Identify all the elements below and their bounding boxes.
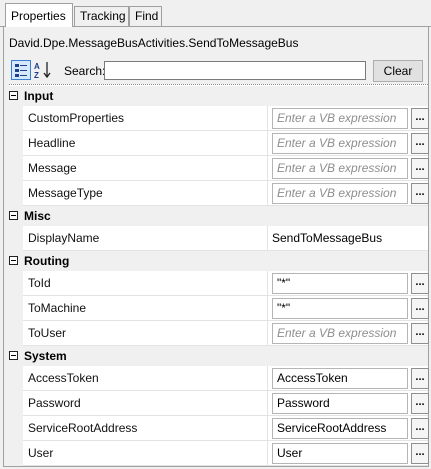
property-row: ToId "*"... (9, 271, 429, 296)
category-label: Input (24, 89, 54, 103)
clear-button[interactable]: Clear (373, 60, 423, 82)
search-input[interactable] (104, 61, 366, 80)
tab-strip: Properties Tracking Find (0, 0, 431, 28)
expression-input[interactable]: Enter a VB expression (272, 158, 408, 179)
activity-title: David.Dpe.MessageBusActivities.SendToMes… (9, 36, 299, 50)
category-row[interactable]: Routing (9, 251, 428, 271)
expression-editor-button[interactable]: ... (411, 443, 429, 464)
expression-editor-button[interactable]: ... (411, 418, 429, 439)
categorized-view-button[interactable] (11, 60, 31, 80)
expression-input[interactable]: Password (272, 393, 408, 414)
property-row: ServiceRootAddress ServiceRootAddress... (9, 416, 429, 441)
expression-input[interactable]: Enter a VB expression (272, 323, 408, 344)
expression-input[interactable]: Enter a VB expression (272, 183, 408, 204)
property-value-cell: "*"... (267, 296, 429, 321)
property-name: ToUser (23, 321, 267, 346)
expression-input[interactable]: "*" (272, 273, 408, 294)
property-row: Headline Enter a VB expression... (9, 131, 429, 156)
row-gutter (9, 131, 23, 156)
row-gutter (9, 441, 23, 466)
row-gutter (9, 226, 23, 251)
property-value-cell: Enter a VB expression... (267, 131, 429, 156)
property-name: Password (23, 391, 267, 416)
expression-input[interactable]: User (272, 443, 408, 464)
search-label: Search: (64, 64, 106, 78)
row-gutter (9, 321, 23, 346)
property-name: User (23, 441, 267, 466)
property-row: ToUser Enter a VB expression... (9, 321, 429, 346)
property-row: Message Enter a VB expression... (9, 156, 429, 181)
row-gutter (9, 416, 23, 441)
row-gutter (9, 156, 23, 181)
tab-tracking[interactable]: Tracking (74, 6, 129, 26)
property-value-cell: ServiceRootAddress... (267, 416, 429, 441)
row-gutter (9, 181, 23, 206)
expression-editor-button[interactable]: ... (411, 393, 429, 414)
property-grid: Input CustomProperties Enter a VB expressi… (9, 84, 429, 466)
expression-editor-button[interactable]: ... (411, 298, 429, 319)
display-name-value[interactable]: SendToMessageBus (272, 226, 382, 250)
category-row[interactable]: System (9, 346, 428, 366)
sort-alpha-icon: A Z (34, 62, 51, 80)
property-value-cell: Enter a VB expression... (267, 321, 429, 346)
category-label: Routing (24, 254, 70, 268)
property-name: CustomProperties (23, 106, 267, 131)
property-row: DisplayName SendToMessageBus (9, 226, 428, 251)
property-row: Password Password... (9, 391, 429, 416)
property-name: ServiceRootAddress (23, 416, 267, 441)
categorized-icon (15, 64, 27, 77)
collapse-icon[interactable] (9, 256, 18, 265)
row-gutter (9, 296, 23, 321)
property-row: ToMachine "*"... (9, 296, 429, 321)
expression-editor-button[interactable]: ... (411, 273, 429, 294)
property-value-cell: "*"... (267, 271, 429, 296)
expression-input[interactable]: Enter a VB expression (272, 108, 408, 129)
property-name: Message (23, 156, 267, 181)
collapse-icon[interactable] (9, 211, 18, 220)
expression-input[interactable]: AccessToken (272, 368, 408, 389)
row-gutter (9, 106, 23, 131)
row-gutter (9, 366, 23, 391)
property-value-cell: SendToMessageBus (267, 226, 428, 251)
expression-editor-button[interactable]: ... (411, 183, 429, 204)
property-name: MessageType (23, 181, 267, 206)
category-label: Misc (24, 209, 51, 223)
property-row: MessageType Enter a VB expression... (9, 181, 429, 206)
category-row[interactable]: Misc (9, 206, 428, 226)
row-gutter (9, 391, 23, 416)
property-value-cell: Password... (267, 391, 429, 416)
expression-input[interactable]: Enter a VB expression (272, 133, 408, 154)
property-value-cell: Enter a VB expression... (267, 181, 429, 206)
property-name: ToMachine (23, 296, 267, 321)
property-row: CustomProperties Enter a VB expression... (9, 106, 429, 131)
property-row: AccessToken AccessToken... (9, 366, 429, 391)
category-label: System (24, 349, 67, 363)
alphabetical-view-button[interactable]: A Z (33, 60, 53, 80)
expression-editor-button[interactable]: ... (411, 158, 429, 179)
property-value-cell: Enter a VB expression... (267, 106, 429, 131)
expression-editor-button[interactable]: ... (411, 108, 429, 129)
expression-editor-button[interactable]: ... (411, 323, 429, 344)
property-name: DisplayName (23, 226, 267, 251)
svg-text:A: A (34, 62, 40, 71)
expression-editor-button[interactable]: ... (411, 133, 429, 154)
collapse-icon[interactable] (9, 91, 18, 100)
property-value-cell: AccessToken... (267, 366, 429, 391)
property-name: Headline (23, 131, 267, 156)
expression-editor-button[interactable]: ... (411, 368, 429, 389)
tab-properties[interactable]: Properties (5, 3, 73, 27)
collapse-icon[interactable] (9, 351, 18, 360)
expression-input[interactable]: "*" (272, 298, 408, 319)
property-toolbar: A Z Search: Clear (9, 60, 425, 82)
svg-text:Z: Z (34, 71, 39, 80)
property-name: ToId (23, 271, 267, 296)
property-name: AccessToken (23, 366, 267, 391)
category-row[interactable]: Input (9, 86, 428, 106)
property-row: User User... (9, 441, 429, 466)
tab-find[interactable]: Find (129, 6, 162, 26)
property-value-cell: User... (267, 441, 429, 466)
property-value-cell: Enter a VB expression... (267, 156, 429, 181)
row-gutter (9, 271, 23, 296)
expression-input[interactable]: ServiceRootAddress (272, 418, 408, 439)
